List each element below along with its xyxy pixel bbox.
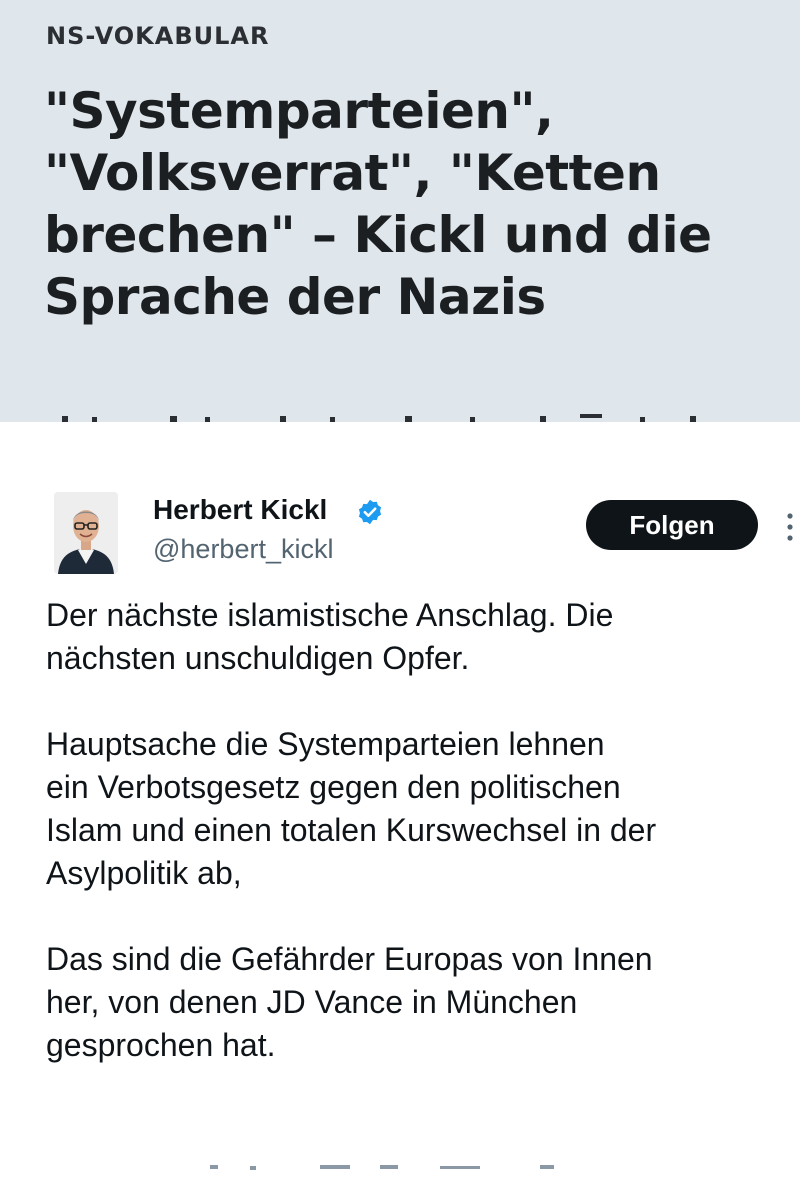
- verified-badge-icon: [358, 499, 382, 525]
- more-options-icon[interactable]: [784, 512, 796, 542]
- tweet-line: Asylpolitik ab,: [46, 855, 242, 891]
- headline-line: brechen" – Kickl und die: [44, 206, 712, 264]
- tweet-paragraph: Das sind die Gefährder Europas von Innen…: [46, 938, 786, 1067]
- follow-button[interactable]: Folgen: [586, 500, 758, 550]
- tweet-line: Islam und einen totalen Kurswechsel in d…: [46, 812, 657, 848]
- tweet-line: gesprochen hat.: [46, 1027, 276, 1063]
- headline-line: Sprache der Nazis: [44, 268, 546, 326]
- article-kicker: NS-VOKABULAR: [46, 22, 270, 50]
- headline-line: "Volksverrat", "Ketten: [44, 144, 661, 202]
- tweet-line: Das sind die Gefährder Europas von Innen: [46, 941, 653, 977]
- cut-off-teaser-text: [62, 414, 696, 422]
- headline-line: "Systemparteien",: [44, 82, 554, 140]
- tweet-line: ein Verbotsgesetz gegen den politischen: [46, 769, 621, 805]
- tweet-line: Der nächste islamistische Anschlag. Die: [46, 597, 614, 633]
- article-header: NS-VOKABULAR "Systemparteien", "Volksver…: [0, 0, 800, 422]
- tweet-line: her, von denen JD Vance in München: [46, 984, 578, 1020]
- avatar[interactable]: [54, 492, 118, 574]
- tweet-line: nächsten unschuldigen Opfer.: [46, 640, 470, 676]
- display-name[interactable]: Herbert Kickl: [153, 494, 327, 526]
- cut-off-timestamp: [210, 1165, 554, 1170]
- tweet-card: Herbert Kickl @herbert_kickl Folgen Der …: [0, 422, 800, 1200]
- tweet-paragraph: Der nächste islamistische Anschlag. Die …: [46, 594, 786, 680]
- tweet-line: Hauptsache die Systemparteien lehnen: [46, 726, 605, 762]
- handle[interactable]: @herbert_kickl: [153, 534, 333, 565]
- tweet-text: Der nächste islamistische Anschlag. Die …: [46, 594, 786, 1067]
- tweet-paragraph: Hauptsache die Systemparteien lehnen ein…: [46, 723, 786, 895]
- article-headline: "Systemparteien", "Volksverrat", "Ketten…: [44, 80, 784, 328]
